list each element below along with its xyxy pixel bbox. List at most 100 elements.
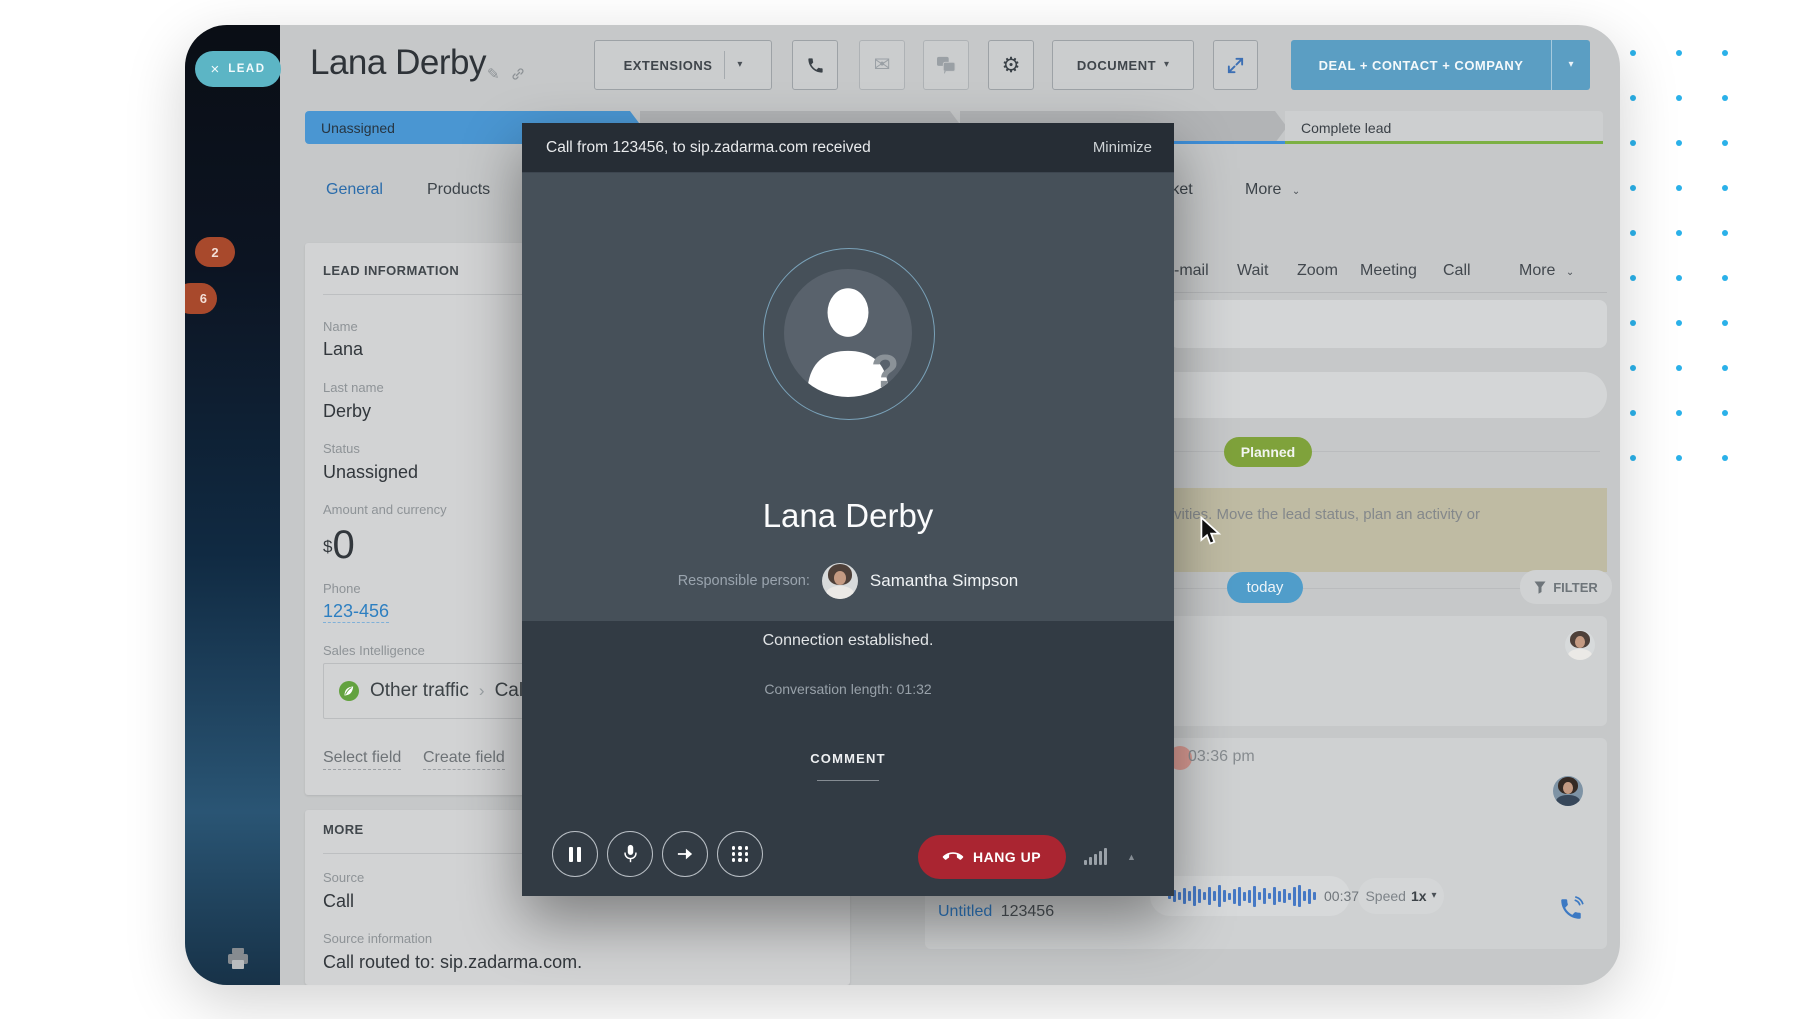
decor-dot [1676,95,1682,101]
decor-dot [1676,455,1682,461]
responsible-name: Samantha Simpson [870,571,1018,591]
extensions-button[interactable]: EXTENSIONS ▾ [594,40,772,90]
audio-duration: 00:37 [1324,888,1359,904]
decor-dot [1630,50,1636,56]
open-fullscreen-button[interactable] [1213,40,1258,90]
primary-button-label: DEAL + CONTACT + COMPANY [1291,58,1551,73]
field-label: Status [323,441,360,456]
call-modal-title: Call from 123456, to sip.zadarma.com rec… [546,139,1093,157]
call-type-icon [1558,896,1584,927]
activity-tab-zoom[interactable]: Zoom [1297,262,1338,280]
lead-slider-tab[interactable]: × LEAD [195,51,281,87]
field-label: Sales Intelligence [323,643,425,658]
notification-badge[interactable]: 6 [185,283,217,314]
settings-button[interactable]: ⚙ [988,40,1034,90]
timeline-card[interactable] [1166,616,1607,726]
minimize-button[interactable]: Minimize [1093,139,1152,156]
activity-tab-more[interactable]: More ⌄ [1519,262,1574,280]
untitled-link[interactable]: Untitled [938,903,992,920]
print-icon[interactable] [225,946,251,977]
chevron-down-icon[interactable]: ▾ [1552,60,1590,70]
screenshot-root: × LEAD 2 6 Lana Derby ✎ EXTENSIONS ▾ ✉ ⚙ [0,0,1800,1019]
tab-products[interactable]: Products [427,181,490,199]
call-record-row: Untitled 123456 [938,903,1054,921]
decor-dot [1722,95,1728,101]
activity-tab-wait[interactable]: Wait [1237,262,1268,280]
expand-icon [1226,56,1245,75]
tab-more[interactable]: More ⌄ [1245,181,1300,199]
mute-button[interactable] [607,831,653,877]
lead-tab-label: LEAD [228,63,265,75]
chevron-down-icon: ⌄ [1292,186,1300,197]
activity-tab-meeting[interactable]: Meeting [1360,262,1417,280]
divider [724,51,725,79]
decor-dot [1722,410,1728,416]
stage-complete-lead[interactable]: Complete lead [1285,111,1603,144]
traffic-source-icon [338,680,360,702]
field-label: Source information [323,931,432,946]
phone-link[interactable]: 123-456 [323,601,389,623]
copy-link-icon[interactable] [511,67,525,84]
edit-pencil-icon[interactable]: ✎ [487,67,500,82]
transfer-button[interactable] [662,831,708,877]
decor-dot [1722,365,1728,371]
planned-badge: Planned [1224,437,1312,467]
today-badge: today [1227,572,1303,603]
notification-badge[interactable]: 2 [195,237,235,267]
decor-dot [1630,320,1636,326]
hang-up-button[interactable]: HANG UP [918,835,1066,879]
chat-button[interactable] [923,40,969,90]
audio-waveform[interactable] [1168,883,1316,909]
decor-dot [1630,410,1636,416]
amount-value: $0 [323,523,355,568]
tab-general[interactable]: General [326,181,383,199]
field-label: Phone [323,581,361,596]
select-field-link[interactable]: Select field [323,749,401,770]
conversation-length: Conversation length: 01:32 [522,681,1174,697]
playback-speed-control[interactable]: Speed 1x ▾ [1358,878,1444,914]
decor-dot [1630,275,1636,281]
person-silhouette-icon: ? [784,269,912,397]
record-number: 123456 [1001,903,1054,920]
page-title: Lana Derby [310,43,486,83]
close-icon[interactable]: × [210,62,219,77]
background-sidebar [185,25,280,985]
hint-banner [1166,488,1607,572]
filter-button[interactable]: FILTER [1520,570,1612,604]
decor-dot [1722,230,1728,236]
signal-quality-indicator[interactable] [1084,847,1107,865]
field-value: Lana [323,339,363,360]
microphone-icon [622,844,639,864]
field-value: Call [323,891,354,912]
connection-status: Connection established. [522,632,1174,650]
comment-button[interactable]: COMMENT [522,751,1174,766]
chevron-right-icon: › [479,681,485,701]
traffic-source: Other traffic [370,680,469,702]
document-button[interactable]: DOCUMENT ▾ [1052,40,1194,90]
call-button[interactable] [792,40,838,90]
activity-compose-box[interactable] [1170,300,1607,348]
activity-tab-call[interactable]: Call [1443,262,1471,280]
email-button[interactable]: ✉ [859,40,905,90]
section-title: MORE [323,822,364,837]
caller-avatar-placeholder: ? [784,269,912,397]
chevron-down-icon: ▾ [1164,60,1169,70]
dialpad-button[interactable] [717,831,763,877]
mouse-cursor [1199,516,1223,553]
decor-dot [1722,455,1728,461]
field-label: Name [323,319,358,334]
decor-dot [1630,95,1636,101]
create-field-link[interactable]: Create field [423,749,505,770]
chevron-up-icon[interactable]: ▲ [1127,852,1136,862]
caller-name: Lana Derby [522,497,1174,535]
avatar [1565,630,1595,660]
chevron-down-icon[interactable]: ▾ [737,60,742,70]
document-label: DOCUMENT [1077,58,1156,73]
deal-contact-company-button[interactable]: DEAL + CONTACT + COMPANY ▾ [1291,40,1590,90]
audio-player[interactable]: 00:37 [1150,876,1350,916]
funnel-icon [1534,581,1546,594]
activity-tab-email-partial[interactable]: -mail [1174,262,1209,280]
gear-icon: ⚙ [1002,55,1021,76]
hold-button[interactable] [552,831,598,877]
decor-dot [1722,50,1728,56]
